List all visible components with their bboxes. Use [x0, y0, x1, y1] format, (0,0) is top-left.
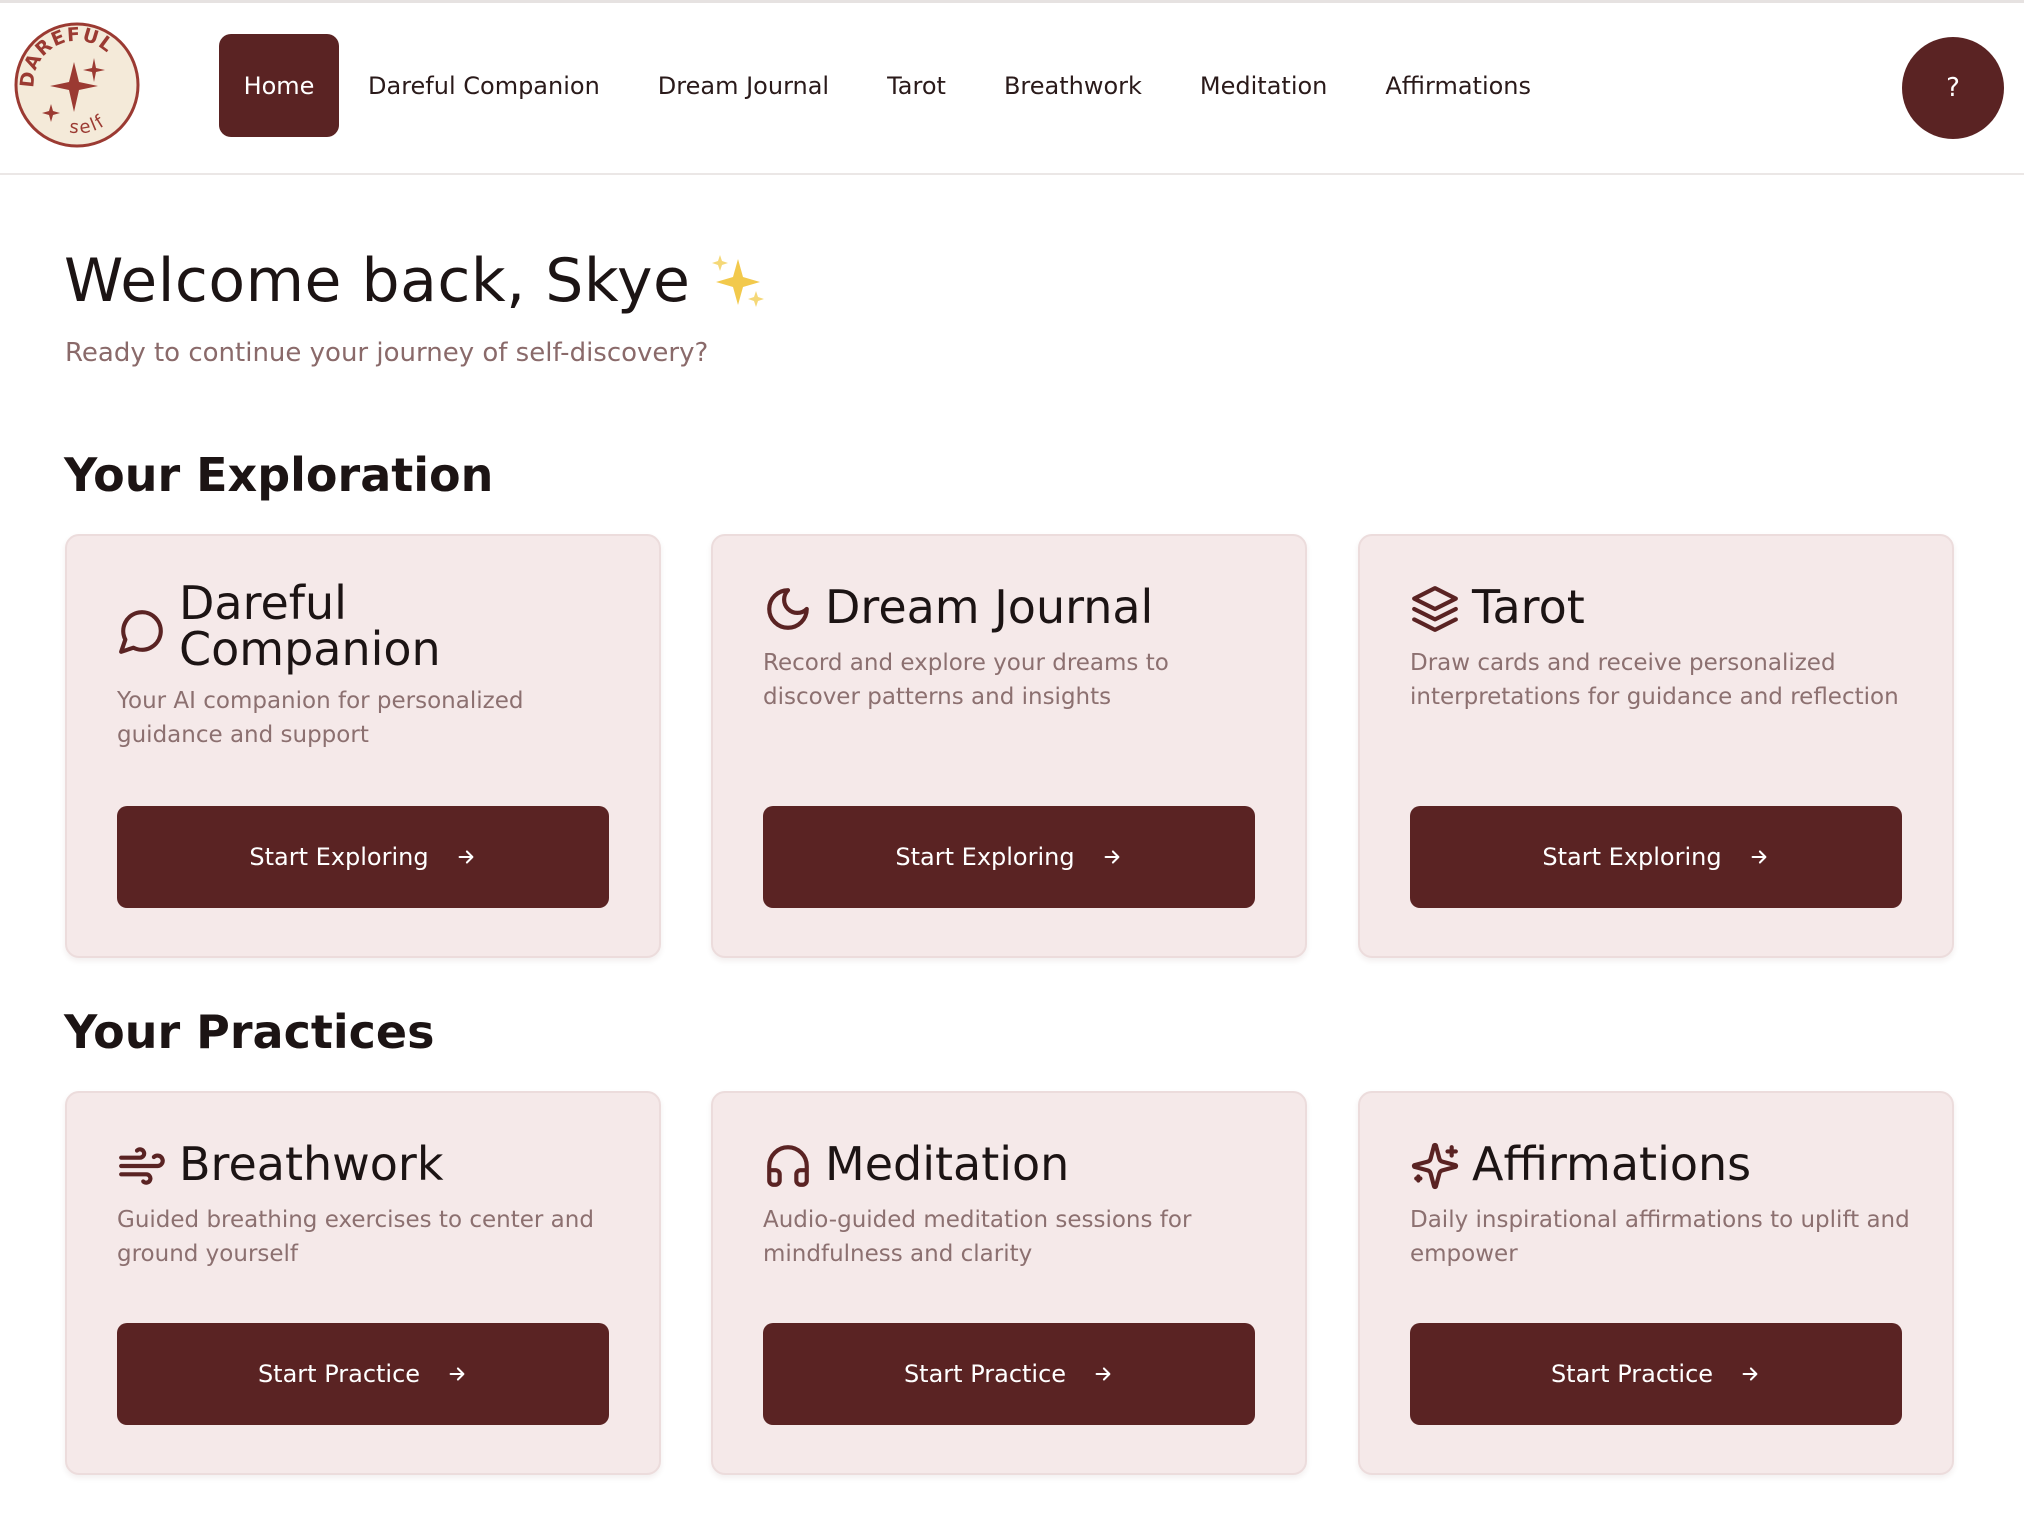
- arrow-right-icon: [449, 1367, 465, 1381]
- card-breathwork: Breathwork Guided breathing exercises to…: [65, 1091, 661, 1475]
- nav-tarot[interactable]: Tarot: [858, 34, 975, 137]
- card-title: Dream Journal: [825, 580, 1154, 634]
- card-title-line: Companion: [179, 622, 441, 676]
- headphones-icon: [767, 1145, 809, 1187]
- card-dream-journal: Dream Journal Record and explore your dr…: [711, 534, 1307, 958]
- arrow-right-icon: [1104, 850, 1120, 864]
- welcome-heading: Welcome back, Skye: [64, 246, 691, 316]
- button-label: Start Practice: [903, 1360, 1067, 1388]
- start-exploring-button[interactable]: Start Exploring: [1410, 806, 1902, 908]
- card-title: Breathwork: [179, 1137, 444, 1191]
- button-label: Start Practice: [1550, 1360, 1714, 1388]
- start-exploring-button[interactable]: Start Exploring: [763, 806, 1255, 908]
- card-title: Affirmations: [1472, 1137, 1752, 1191]
- welcome-subtitle: Ready to continue your journey of self-d…: [65, 338, 709, 368]
- card-description: Record and explore your dreams to discov…: [763, 650, 1169, 710]
- start-practice-button[interactable]: Start Practice: [117, 1323, 609, 1425]
- nav-breathwork[interactable]: Breathwork: [975, 34, 1171, 137]
- start-practice-button[interactable]: Start Practice: [763, 1323, 1255, 1425]
- card-meditation: Meditation Audio-guided meditation sessi…: [711, 1091, 1307, 1475]
- logo-badge-icon: DAREFUL self: [14, 22, 140, 148]
- top-navbar: DAREFUL self Home Dareful Companion Drea…: [0, 3, 2024, 175]
- sparkles-emoji-icon: [712, 255, 765, 307]
- card-description: Daily inspirational affirmations to upli…: [1410, 1207, 1910, 1267]
- wind-icon: [119, 1147, 165, 1185]
- button-label: Start Exploring: [895, 843, 1075, 871]
- arrow-right-icon: [458, 850, 474, 864]
- card-title: Meditation: [825, 1137, 1070, 1191]
- card-title: Tarot: [1472, 580, 1585, 634]
- card-tarot: Tarot Draw cards and receive personalize…: [1358, 534, 1954, 958]
- nav-home[interactable]: Home: [219, 34, 339, 137]
- card-description: Audio-guided meditation sessions for min…: [763, 1207, 1192, 1267]
- main-nav: Home Dareful Companion Dream Journal Tar…: [219, 34, 1560, 137]
- card-title-line: Dareful: [179, 576, 347, 630]
- nav-dareful-companion[interactable]: Dareful Companion: [339, 34, 629, 137]
- card-dareful-companion: Dareful Companion Your AI companion for …: [65, 534, 661, 958]
- nav-affirmations[interactable]: Affirmations: [1356, 34, 1560, 137]
- card-title: Dareful Companion: [179, 580, 441, 672]
- card-description: Guided breathing exercises to center and…: [117, 1207, 594, 1267]
- brand-logo[interactable]: DAREFUL self: [14, 22, 140, 148]
- arrow-right-icon: [1751, 850, 1767, 864]
- start-practice-button[interactable]: Start Practice: [1410, 1323, 1902, 1425]
- help-button[interactable]: ?: [1902, 37, 2004, 139]
- card-affirmations: Affirmations Daily inspirational affirma…: [1358, 1091, 1954, 1475]
- sparkles-icon: [1411, 1142, 1459, 1190]
- moon-icon: [767, 588, 809, 630]
- button-label: Start Practice: [257, 1360, 421, 1388]
- button-label: Start Exploring: [249, 843, 429, 871]
- arrow-right-icon: [1095, 1367, 1111, 1381]
- chat-bubble-icon: [119, 610, 163, 654]
- nav-meditation[interactable]: Meditation: [1171, 34, 1356, 137]
- button-label: Start Exploring: [1542, 843, 1722, 871]
- card-description: Your AI companion for personalized guida…: [117, 688, 524, 748]
- start-exploring-button[interactable]: Start Exploring: [117, 806, 609, 908]
- card-description: Draw cards and receive personalized inte…: [1410, 650, 1899, 710]
- exploration-section-title: Your Exploration: [64, 448, 494, 502]
- arrow-right-icon: [1742, 1367, 1758, 1381]
- layers-icon: [1412, 586, 1458, 632]
- nav-dream-journal[interactable]: Dream Journal: [629, 34, 858, 137]
- practices-section-title: Your Practices: [64, 1005, 435, 1059]
- welcome-row: Welcome back, Skye: [64, 246, 768, 316]
